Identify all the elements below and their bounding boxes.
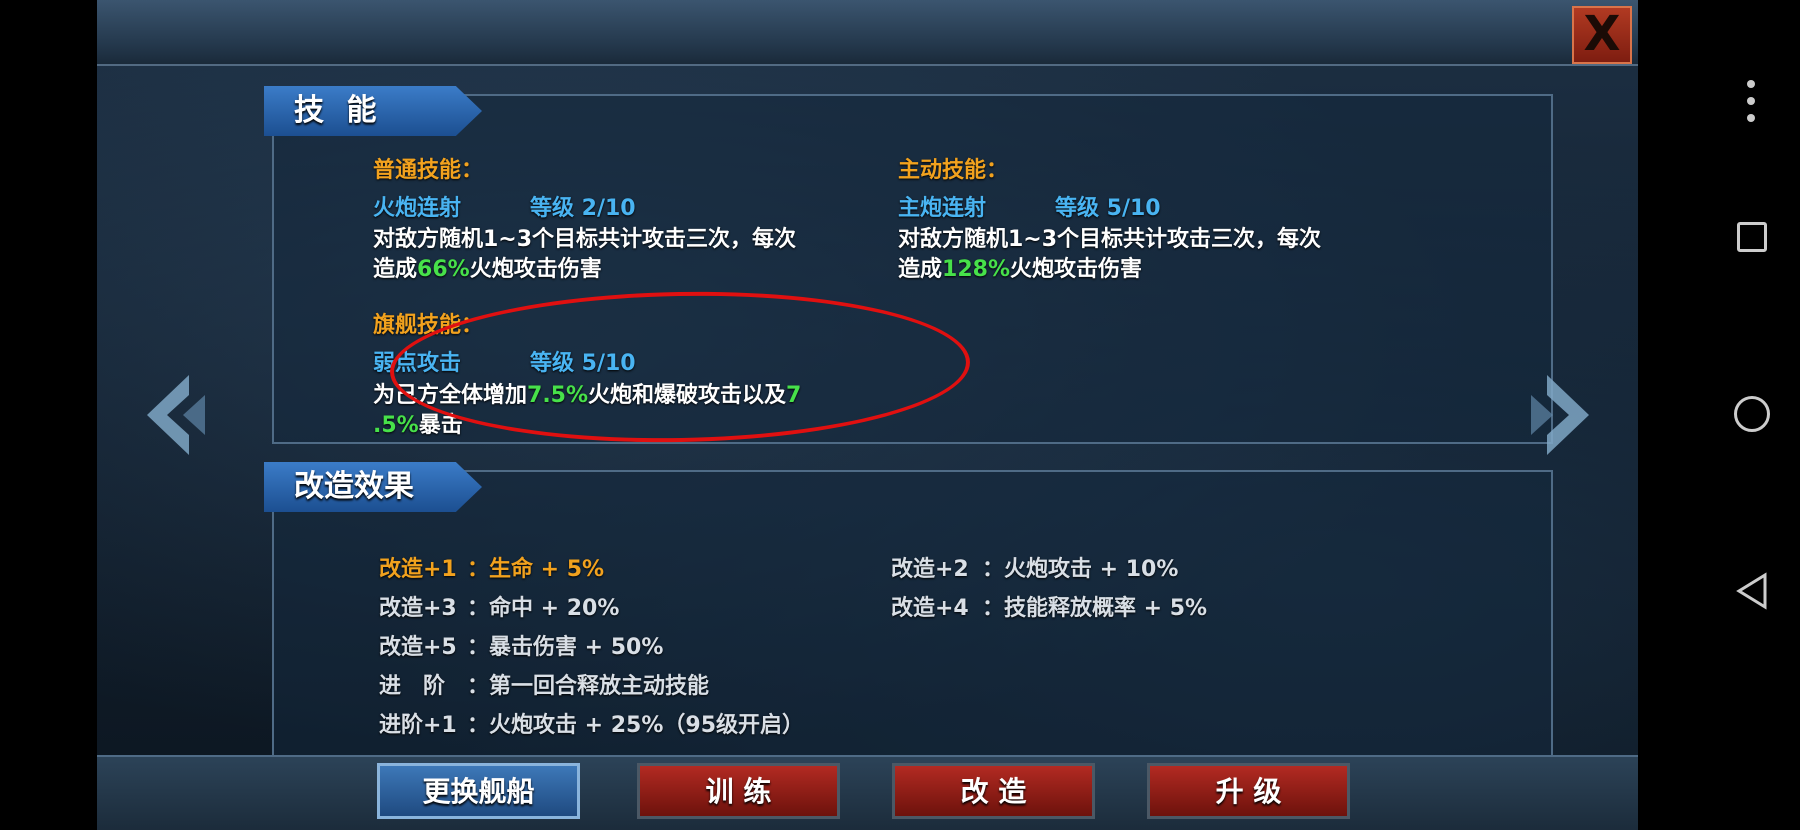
refit-1-label: 改造+1	[379, 557, 457, 582]
bottom-button-bar	[97, 755, 1638, 830]
advance-1-value: ：火炮攻击 + 25%（95级开启）	[467, 713, 805, 738]
refit-button[interactable]: 改 造	[892, 763, 1095, 819]
change-ship-button[interactable]: 更换舰船	[377, 763, 580, 819]
flagship-skill-highlight-2b: .5%	[373, 413, 419, 438]
active-skill-desc-line1: 对敌方随机1~3个目标共计攻击三次，每次	[898, 227, 1322, 252]
refit-2-label: 改造+2	[891, 557, 969, 582]
active-skill-highlight: 128%	[942, 257, 1010, 282]
refit-3-value: ：命中 + 20%	[467, 596, 620, 621]
advance-1-label: 进阶+1	[379, 713, 457, 738]
overflow-menu-icon[interactable]	[1747, 80, 1755, 131]
active-skill-heading: 主动技能：	[898, 158, 1009, 183]
active-skill-name: 主炮连射	[898, 196, 987, 221]
recent-apps-icon[interactable]	[1737, 222, 1767, 252]
refit-3-label: 改造+3	[379, 596, 457, 621]
top-bar	[97, 0, 1638, 66]
active-skill-level: 等级 5/10	[1055, 196, 1161, 221]
refit-2-value: ：火炮攻击 + 10%	[982, 557, 1179, 582]
active-skill-desc-line2-pre: 造成	[898, 257, 943, 282]
upgrade-button[interactable]: 升 级	[1147, 763, 1350, 819]
normal-skill-desc-post: 火炮攻击伤害	[469, 257, 602, 282]
advance-value: ：第一回合释放主动技能	[467, 674, 710, 699]
refit-tab-title: 改造效果	[264, 462, 482, 512]
back-icon[interactable]	[1736, 572, 1768, 610]
active-skill-description: 对敌方随机1~3个目标共计攻击三次，每次 造成128%火炮攻击伤害	[898, 225, 1321, 285]
system-navigation-bar	[1638, 0, 1800, 830]
next-arrow-icon[interactable]	[1531, 375, 1589, 455]
normal-skill-heading: 普通技能：	[373, 158, 484, 183]
advance-label: 进 阶	[379, 674, 446, 699]
refit-4-value: ：技能释放概率 + 5%	[982, 596, 1208, 621]
close-button[interactable]: X	[1572, 6, 1632, 64]
previous-arrow-icon[interactable]	[147, 375, 205, 455]
refit-4-label: 改造+4	[891, 596, 969, 621]
normal-skill-name: 火炮连射	[373, 196, 462, 221]
normal-skill-desc-line1: 对敌方随机1~3个目标共计攻击三次，每次	[373, 227, 797, 252]
normal-skill-level: 等级 2/10	[530, 196, 636, 221]
game-screen: X 技 能 普通技能： 火炮连射 等级 2/10 对敌方随机1~3个目标共计攻击…	[97, 0, 1638, 830]
normal-skill-description: 对敌方随机1~3个目标共计攻击三次，每次 造成66%火炮攻击伤害	[373, 225, 796, 285]
train-button[interactable]: 训 练	[637, 763, 840, 819]
skills-tab-title: 技 能	[264, 86, 482, 136]
refit-5-value: ：暴击伤害 + 50%	[467, 635, 664, 660]
refit-1-value: ：生命 + 5%	[467, 557, 605, 582]
active-skill-desc-post: 火炮攻击伤害	[1009, 257, 1142, 282]
refit-5-label: 改造+5	[379, 635, 457, 660]
normal-skill-highlight: 66%	[417, 257, 470, 282]
home-icon[interactable]	[1734, 396, 1770, 432]
normal-skill-desc-line2-pre: 造成	[373, 257, 418, 282]
